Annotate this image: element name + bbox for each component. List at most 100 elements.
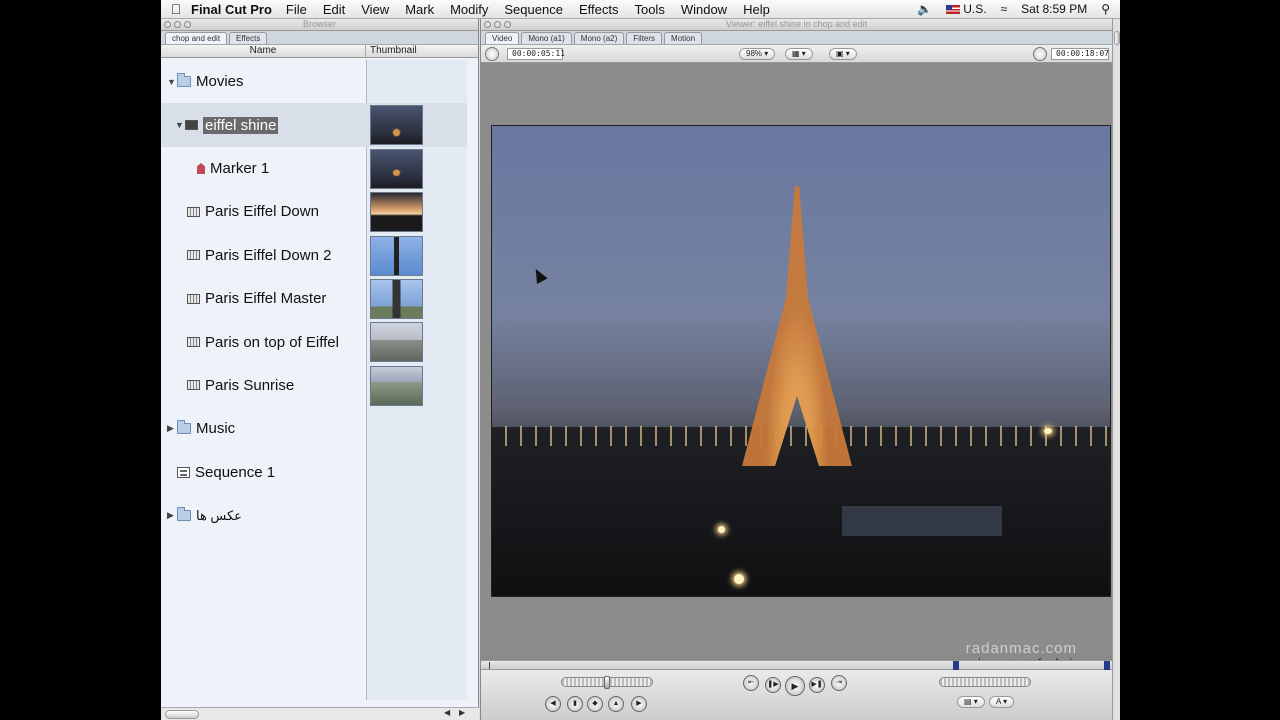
duration-dial-icon — [485, 47, 499, 61]
browser-titlebar[interactable]: Browser — [161, 19, 478, 31]
viewer-titlebar[interactable]: Viewer: eiffel shine in chop and edit — [481, 19, 1112, 31]
previous-edit-button[interactable]: ⇤ — [743, 675, 759, 691]
app-menu[interactable]: Final Cut Pro — [191, 2, 272, 17]
list-item[interactable]: ▼ Movies — [161, 60, 467, 103]
list-item[interactable]: Paris Eiffel Down 2 — [161, 234, 467, 277]
mark-out-button[interactable]: ▶ — [631, 696, 647, 712]
item-label: Paris Sunrise — [205, 376, 295, 394]
tab-motion[interactable]: Motion — [664, 32, 703, 44]
input-menu[interactable]: U.S. — [946, 2, 987, 16]
tab-filters[interactable]: Filters — [626, 32, 663, 44]
wifi-icon[interactable]: ≈ — [1001, 2, 1008, 16]
disclosure-open-icon[interactable]: ▼ — [167, 77, 177, 87]
menu-modify[interactable]: Modify — [450, 2, 488, 17]
mark-clip-button[interactable]: ▮ — [567, 696, 583, 712]
menu-bar:  Final Cut Pro File Edit View Mark Modi… — [161, 0, 1120, 19]
menu-tools[interactable]: Tools — [634, 2, 664, 17]
zoom-icon[interactable] — [184, 21, 191, 28]
zoom-icon[interactable] — [504, 21, 511, 28]
list-item[interactable]: ▶ Music — [161, 407, 467, 450]
playhead[interactable] — [489, 662, 490, 669]
menu-sequence[interactable]: Sequence — [504, 2, 563, 17]
list-item[interactable]: Paris Eiffel Master — [161, 277, 467, 320]
recent-clips-popup[interactable]: ▤ ▾ — [957, 696, 985, 708]
minimize-icon[interactable] — [494, 21, 501, 28]
clip-icon — [187, 337, 200, 348]
light-glow — [1044, 428, 1052, 434]
clock[interactable]: Sat 8:59 PM — [1021, 2, 1087, 16]
list-item[interactable]: Paris on top of Eiffel — [161, 320, 467, 363]
list-item[interactable]: ▼ eiffel shine — [161, 103, 467, 147]
city-skyline — [492, 426, 1110, 596]
volume-icon[interactable]: 🔈 — [917, 2, 932, 16]
play-button[interactable]: ▶ — [785, 676, 805, 696]
scroll-right-icon[interactable]: ▶ — [459, 708, 465, 717]
tab-effects[interactable]: Effects — [229, 32, 268, 44]
viewer-window: Viewer: eiffel shine in chop and edit Vi… — [480, 19, 1113, 720]
jog-control[interactable] — [939, 677, 1031, 687]
menu-extras: 🔈 U.S. ≈ Sat 8:59 PM ⚲ — [917, 2, 1120, 16]
shuttle-slider[interactable] — [604, 676, 610, 689]
next-edit-button[interactable]: ⇥ — [831, 675, 847, 691]
scroll-left-icon[interactable]: ◀ — [444, 708, 450, 717]
play-around-button[interactable]: ▶❚ — [809, 677, 825, 693]
zoom-popup[interactable]: 98% ▾ — [739, 48, 776, 60]
scrubber-bar[interactable] — [481, 660, 1113, 670]
menu-help[interactable]: Help — [743, 2, 770, 17]
thumbnail — [370, 322, 423, 363]
menu-edit[interactable]: Edit — [323, 2, 345, 17]
view-popup[interactable]: ▦ ▾ — [785, 48, 813, 60]
overlay-popup[interactable]: ▣ ▾ — [829, 48, 857, 60]
marker-icon — [197, 162, 205, 174]
apple-menu-icon[interactable]:  — [161, 1, 191, 17]
video-canvas[interactable]: radanmac.com مرکز فروش و خدمات Apple — [481, 65, 1113, 667]
list-item[interactable]: Paris Eiffel Down — [161, 190, 467, 233]
list-item[interactable]: Marker 1 — [161, 147, 467, 190]
overlay-icon: ▣ — [836, 49, 844, 58]
generator-popup[interactable]: A ▾ — [989, 696, 1015, 708]
tab-chop-and-edit[interactable]: chop and edit — [165, 32, 228, 44]
column-thumbnail-header[interactable]: Thumbnail — [366, 45, 478, 57]
item-label: Paris Eiffel Down 2 — [205, 246, 332, 264]
minimize-icon[interactable] — [174, 21, 181, 28]
clip-icon — [187, 380, 200, 391]
close-icon[interactable] — [164, 21, 171, 28]
list-item[interactable]: Paris Sunrise — [161, 364, 467, 407]
disclosure-closed-icon[interactable]: ▶ — [167, 423, 177, 434]
list-item[interactable]: Sequence 1 — [161, 451, 467, 494]
scrollbar-thumb[interactable] — [1114, 31, 1120, 45]
item-label: eiffel shine — [203, 116, 279, 134]
add-keyframe-button[interactable]: ◆ — [587, 696, 603, 712]
duration-timecode[interactable]: 00:00:05:11 — [507, 48, 565, 60]
browser-title: Browser — [302, 19, 336, 29]
horizontal-scrollbar[interactable]: ◀ ▶ — [161, 707, 479, 720]
spotlight-icon[interactable]: ⚲ — [1101, 2, 1110, 16]
menu-effects[interactable]: Effects — [579, 2, 619, 17]
tab-video[interactable]: Video — [485, 32, 520, 44]
menu-window[interactable]: Window — [681, 2, 727, 17]
tab-mono-a2[interactable]: Mono (a2) — [573, 32, 625, 44]
viewer-title: Viewer: eiffel shine in chop and edit — [725, 19, 868, 29]
insert-button[interactable]: ◀ — [545, 696, 561, 712]
play-in-to-out-button[interactable]: ❚▶ — [765, 677, 781, 693]
clip-icon — [185, 120, 198, 131]
column-name-header[interactable]: Name — [161, 45, 366, 57]
disclosure-open-icon[interactable]: ▼ — [175, 120, 185, 130]
menu-mark[interactable]: Mark — [405, 2, 434, 17]
video-frame[interactable] — [491, 125, 1111, 597]
shuttle-control[interactable] — [561, 676, 653, 689]
in-point-icon[interactable] — [953, 661, 959, 670]
menu-file[interactable]: File — [286, 2, 307, 17]
thumbnail — [370, 148, 423, 189]
current-timecode[interactable]: 00:00:18:07 — [1051, 48, 1109, 60]
add-marker-button[interactable]: ▲ — [608, 696, 624, 712]
close-icon[interactable] — [484, 21, 491, 28]
vertical-scrollbar[interactable] — [1112, 19, 1120, 720]
clip-icon — [187, 250, 200, 261]
menu-view[interactable]: View — [361, 2, 389, 17]
out-point-icon[interactable] — [1104, 661, 1110, 670]
scrollbar-thumb[interactable] — [165, 710, 199, 719]
tab-mono-a1[interactable]: Mono (a1) — [521, 32, 572, 44]
list-item[interactable]: ▶ عکس ها — [161, 494, 467, 537]
disclosure-closed-icon[interactable]: ▶ — [167, 510, 177, 521]
